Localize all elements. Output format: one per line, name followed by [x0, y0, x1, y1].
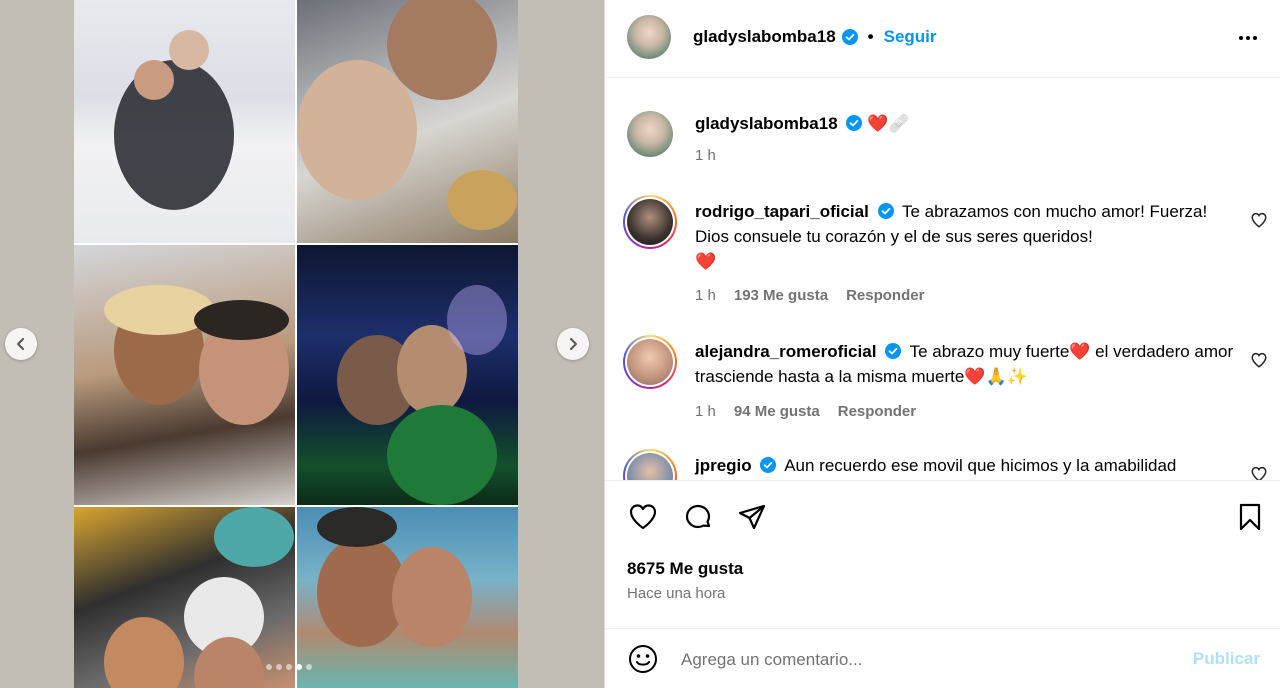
follow-button[interactable]: Seguir — [884, 27, 937, 47]
photo-collage — [74, 0, 518, 688]
post-actions: 8675 Me gusta Hace una hora — [605, 480, 1280, 640]
carousel-dot — [296, 664, 302, 670]
caption-text: gladyslabomba18 ❤️🩹 — [695, 111, 1235, 136]
emoji-smiley-icon[interactable] — [627, 643, 659, 675]
photo-couple-1 — [74, 245, 295, 505]
author-avatar[interactable] — [627, 15, 671, 59]
carousel-dot — [266, 664, 272, 670]
reply-button[interactable]: Responder — [838, 403, 916, 420]
story-ring[interactable] — [623, 195, 677, 249]
post-header: gladyslabomba18 • Seguir — [605, 0, 1280, 78]
comment-likes[interactable]: 94 Me gusta — [734, 403, 820, 420]
header-separator: • — [867, 27, 874, 46]
chevron-left-icon — [17, 338, 24, 350]
like-comment-heart-icon[interactable] — [1250, 465, 1268, 480]
photo-ski — [74, 0, 295, 243]
commenter-avatar[interactable] — [627, 453, 673, 480]
photo-party — [74, 507, 295, 688]
comment-username[interactable]: jpregio — [695, 456, 752, 475]
caption-emojis: ❤️🩹 — [867, 114, 910, 133]
comment-emoji-b: ❤️🙏✨ — [964, 367, 1028, 386]
comment-text: rodrigo_tapari_oficial Te abrazamos con … — [695, 199, 1235, 274]
comments-list[interactable]: gladyslabomba18 ❤️🩹 1 h rodrigo_tapari_o… — [605, 79, 1280, 480]
comment-bubble-icon[interactable] — [682, 501, 714, 533]
comment-content: Aun recuerdo ese movil que hicimos y la … — [784, 456, 1177, 475]
comment-likes[interactable]: 193 Me gusta — [734, 287, 828, 304]
caption-time: 1 h — [695, 147, 716, 164]
photo-selfie-bed — [297, 0, 518, 243]
next-slide-button[interactable] — [557, 328, 589, 360]
caption-meta: 1 h — [695, 147, 716, 164]
author-username[interactable]: gladyslabomba18 — [693, 27, 836, 47]
comment-emoji: ❤️ — [695, 252, 717, 271]
like-comment-heart-icon[interactable] — [1250, 351, 1268, 369]
verified-badge-icon — [885, 343, 902, 359]
caption-username[interactable]: gladyslabomba18 — [695, 114, 838, 133]
save-bookmark-icon[interactable] — [1234, 501, 1266, 533]
comment-input[interactable] — [681, 647, 1181, 673]
like-comment-heart-icon[interactable] — [1250, 211, 1268, 229]
comment-meta: 1 h 94 Me gusta Responder — [695, 403, 916, 420]
carousel-indicator — [266, 664, 312, 670]
comment-meta: 1 h 193 Me gusta Responder — [695, 287, 924, 304]
comment-emoji-a: ❤️ — [1069, 342, 1091, 361]
carousel-dot — [276, 664, 282, 670]
verified-badge-icon — [846, 115, 863, 131]
previous-slide-button[interactable] — [5, 328, 37, 360]
more-options-icon[interactable] — [1236, 26, 1260, 50]
likes-count[interactable]: 8675 Me gusta — [627, 559, 743, 579]
comment-time: 1 h — [695, 287, 716, 304]
verified-badge-icon — [760, 457, 777, 473]
author-row: gladyslabomba18 • Seguir — [693, 27, 937, 47]
publish-button[interactable]: Publicar — [1193, 649, 1260, 669]
post-media — [0, 0, 604, 688]
comment-text: alejandra_romeroficial Te abrazo muy fue… — [695, 339, 1235, 389]
comment-composer: Publicar — [605, 628, 1280, 688]
comment-text: jpregio Aun recuerdo ese movil que hicim… — [695, 453, 1235, 478]
like-heart-icon[interactable] — [627, 501, 659, 533]
carousel-dot — [286, 664, 292, 670]
verified-badge-icon — [877, 203, 894, 219]
photo-beach — [297, 507, 518, 688]
author-avatar-small[interactable] — [627, 111, 673, 157]
chevron-right-icon — [570, 338, 577, 350]
commenter-avatar[interactable] — [627, 199, 673, 245]
story-ring[interactable] — [623, 335, 677, 389]
post-time: Hace una hora — [627, 585, 726, 602]
commenter-avatar[interactable] — [627, 339, 673, 385]
story-ring[interactable] — [623, 449, 677, 480]
comment-username[interactable]: rodrigo_tapari_oficial — [695, 202, 869, 221]
photo-couple-night — [297, 245, 518, 505]
share-send-icon[interactable] — [736, 501, 768, 533]
verified-badge-icon — [841, 29, 858, 45]
comment-username[interactable]: alejandra_romeroficial — [695, 342, 876, 361]
post-detail-panel: gladyslabomba18 • Seguir gladyslabomba18… — [605, 0, 1280, 688]
reply-button[interactable]: Responder — [846, 287, 924, 304]
carousel-dot — [306, 664, 312, 670]
comment-time: 1 h — [695, 403, 716, 420]
comment-content-a: Te abrazo muy fuerte — [909, 342, 1070, 361]
